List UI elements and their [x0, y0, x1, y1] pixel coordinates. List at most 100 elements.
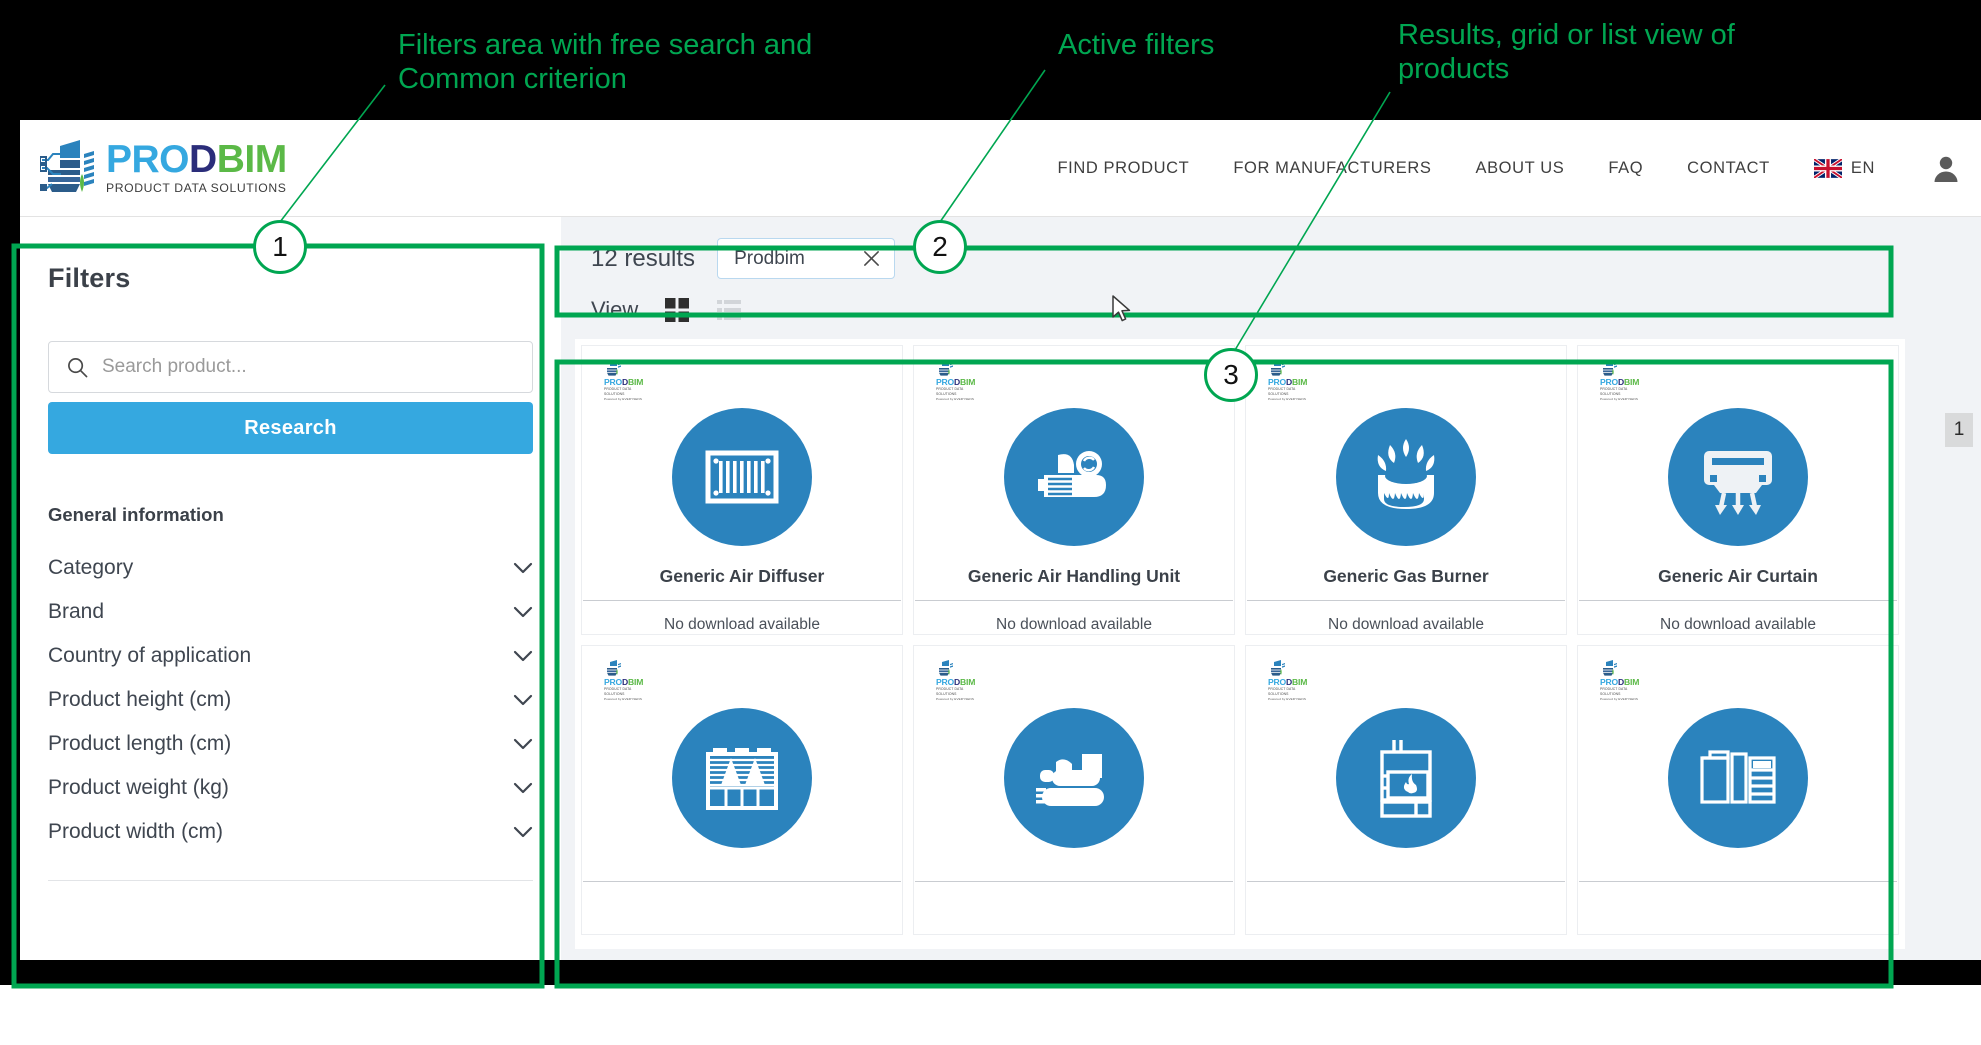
nav-about-us[interactable]: ABOUT US	[1475, 159, 1564, 178]
card-logo-powered: Powered by EVERYSENS	[1268, 396, 1307, 401]
filter-row-product-weight[interactable]: Product weight (kg)	[48, 766, 533, 810]
product-search-box[interactable]	[48, 341, 533, 393]
prodbim-mini-logo-icon	[939, 660, 953, 676]
filter-row-product-height[interactable]: Product height (cm)	[48, 678, 533, 722]
search-icon	[68, 357, 88, 377]
card-logo-powered: Powered by EVERYSENS	[1600, 396, 1639, 401]
card-logo-pro: PRO	[936, 677, 955, 687]
product-card[interactable]: PRODBIM PRODUCT DATA SOLUTIONS Powered b…	[1245, 345, 1567, 635]
card-logo-bim: BIM	[960, 377, 976, 387]
person-icon[interactable]	[1933, 155, 1959, 183]
card-brand-logo: PRODBIM PRODUCT DATA SOLUTIONS Powered b…	[1600, 360, 1648, 401]
chiller-icon	[1036, 754, 1104, 806]
language-code: EN	[1850, 159, 1875, 177]
filter-label: Brand	[48, 600, 105, 623]
grid-view-icon[interactable]	[664, 297, 690, 323]
filter-label: Product length (cm)	[48, 732, 232, 755]
gas-burner-icon	[1377, 439, 1435, 509]
annotation-active-filters-note: Active filters	[1058, 29, 1215, 61]
filter-label: Product height (cm)	[48, 688, 232, 711]
filter-row-product-length[interactable]: Product length (cm)	[48, 722, 533, 766]
product-icon-circle	[1336, 708, 1476, 848]
logo-word-pro: PRO	[106, 137, 190, 181]
prodbim-logo-mark	[40, 140, 94, 192]
product-card[interactable]: PRODBIM PRODUCT DATA SOLUTIONS Powered b…	[1577, 645, 1899, 935]
nav-for-manufacturers[interactable]: FOR MANUFACTURERS	[1233, 159, 1431, 178]
filter-row-brand[interactable]: Brand	[48, 590, 533, 634]
research-button[interactable]: Research	[48, 402, 533, 454]
product-icon-circle	[1668, 408, 1808, 547]
chip-label: Prodbim	[734, 247, 805, 269]
view-label: View	[591, 297, 639, 322]
list-view-icon[interactable]	[716, 297, 742, 323]
sidebar-divider	[48, 880, 533, 881]
product-icon-circle	[1336, 408, 1476, 547]
product-card[interactable]: PRODBIM PRODUCT DATA SOLUTIONS Powered b…	[913, 645, 1235, 935]
close-icon[interactable]	[863, 250, 880, 267]
products-grid-container: PRODBIM PRODUCT DATA SOLUTIONS Powered b…	[575, 339, 1905, 949]
cooling-tower-icon	[706, 748, 778, 810]
card-logo-bim: BIM	[1292, 677, 1308, 687]
card-brand-logo: PRODBIM PRODUCT DATA SOLUTIONS Powered b…	[604, 660, 652, 701]
filter-row-country-of-application[interactable]: Country of application	[48, 634, 533, 678]
chevron-down-icon	[513, 782, 533, 793]
card-logo-tagline: PRODUCT DATA SOLUTIONS	[1600, 386, 1628, 396]
card-divider	[915, 881, 1233, 882]
air-curtain-icon	[1704, 451, 1772, 515]
logo-word-d: D	[189, 137, 217, 181]
card-logo-powered: Powered by EVERYSENS	[936, 696, 975, 701]
card-logo-powered: Powered by EVERYSENS	[1600, 696, 1639, 701]
product-card[interactable]: PRODBIM PRODUCT DATA SOLUTIONS Powered b…	[913, 345, 1235, 635]
page-number-indicator[interactable]: 1	[1945, 413, 1973, 447]
product-name: Generic Air Curtain	[1658, 566, 1818, 587]
card-divider	[583, 600, 901, 601]
card-brand-logo: PRODBIM PRODUCT DATA SOLUTIONS Powered b…	[1600, 660, 1648, 701]
card-logo-tagline: PRODUCT DATA SOLUTIONS	[604, 686, 632, 696]
product-name: Generic Air Handling Unit	[967, 566, 1181, 587]
product-card[interactable]: PRODBIM PRODUCT DATA SOLUTIONS Powered b…	[581, 345, 903, 635]
card-logo-tagline: PRODUCT DATA SOLUTIONS	[1268, 686, 1296, 696]
language-switcher[interactable]: EN	[1813, 159, 1875, 178]
product-card[interactable]: PRODBIM PRODUCT DATA SOLUTIONS Powered b…	[1577, 345, 1899, 635]
product-icon-circle	[672, 708, 812, 848]
product-download-status: No download available	[664, 616, 820, 633]
product-icon-circle	[672, 408, 812, 547]
product-download-status: No download available	[1660, 616, 1816, 633]
chevron-down-icon	[513, 650, 533, 661]
product-icon-circle	[1004, 408, 1144, 547]
prodbim-logo-text: PRODBIM PRODUCT DATA SOLUTIONS	[106, 140, 287, 194]
prodbim-mini-logo-icon	[939, 360, 953, 376]
nav-faq[interactable]: FAQ	[1608, 159, 1643, 178]
search-input[interactable]	[102, 356, 514, 378]
card-logo-bim: BIM	[628, 377, 644, 387]
products-grid: PRODBIM PRODUCT DATA SOLUTIONS Powered b…	[575, 339, 1905, 935]
filter-row-product-width[interactable]: Product width (cm)	[48, 810, 533, 854]
product-card[interactable]: PRODBIM PRODUCT DATA SOLUTIONS Powered b…	[581, 645, 903, 935]
filter-label: Country of application	[48, 644, 252, 667]
prodbim-mini-logo-icon	[607, 660, 621, 676]
card-logo-bim: BIM	[960, 677, 976, 687]
screenshot-root: PRODBIM PRODUCT DATA SOLUTIONS FIND PROD…	[0, 0, 1981, 1045]
nav-contact[interactable]: CONTACT	[1687, 159, 1770, 178]
active-filter-chip-prodbim[interactable]: Prodbim	[717, 238, 896, 279]
prodbim-mini-logo-icon	[607, 360, 621, 376]
card-logo-tagline: PRODUCT DATA SOLUTIONS	[936, 686, 964, 696]
card-logo-bim: BIM	[1624, 377, 1640, 387]
general-information-heading: General information	[48, 504, 224, 525]
page-body: Filters Research General information Cat…	[20, 217, 1981, 960]
filter-row-category[interactable]: Category	[48, 546, 533, 590]
prodbim-logo[interactable]: PRODBIM PRODUCT DATA SOLUTIONS	[40, 138, 287, 196]
filter-label: Product width (cm)	[48, 820, 224, 843]
card-logo-bim: BIM	[628, 677, 644, 687]
product-name: Generic Gas Burner	[1323, 566, 1489, 587]
card-divider	[1579, 881, 1897, 882]
card-logo-bim: BIM	[1624, 677, 1640, 687]
site-header: PRODBIM PRODUCT DATA SOLUTIONS FIND PROD…	[20, 120, 1981, 217]
results-bar: 12 results Prodbim	[575, 227, 1905, 290]
chevron-down-icon	[513, 562, 533, 573]
card-divider	[915, 600, 1233, 601]
nav-find-product[interactable]: FIND PRODUCT	[1057, 159, 1189, 178]
card-brand-logo: PRODBIM PRODUCT DATA SOLUTIONS Powered b…	[1268, 360, 1316, 401]
card-logo-pro: PRO	[1268, 677, 1287, 687]
product-card[interactable]: PRODBIM PRODUCT DATA SOLUTIONS Powered b…	[1245, 645, 1567, 935]
